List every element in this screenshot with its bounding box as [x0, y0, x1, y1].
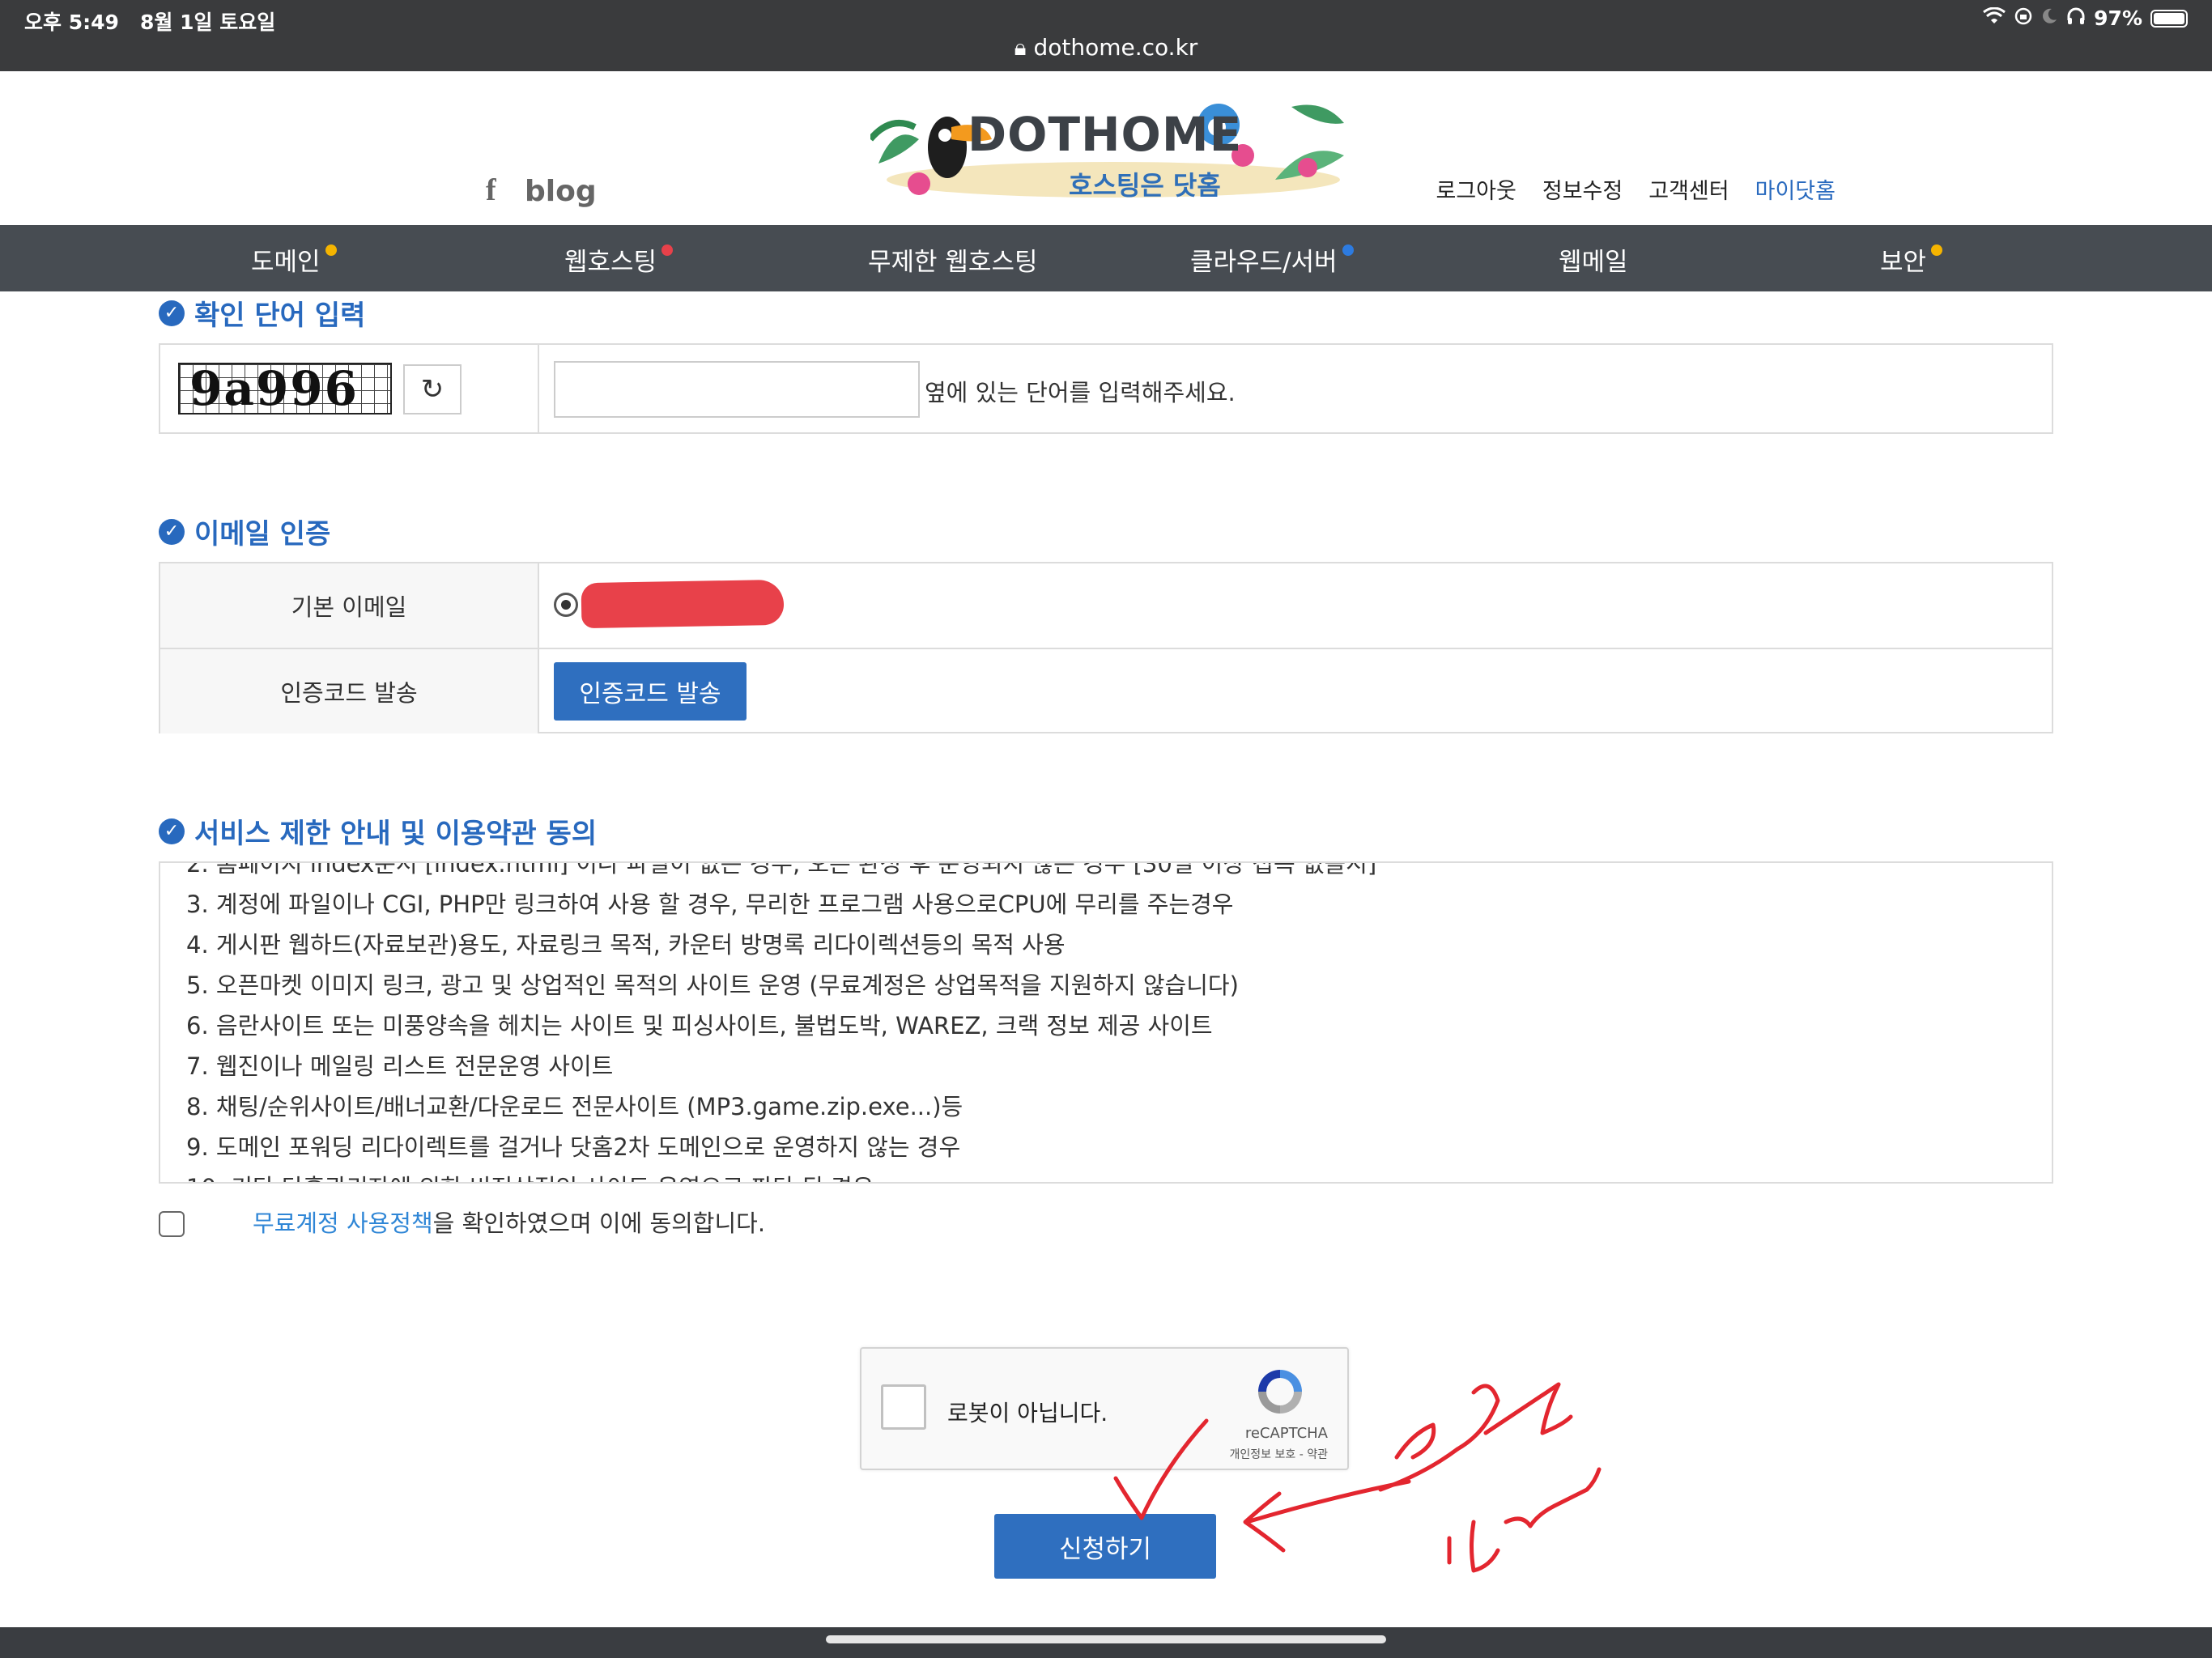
screen-lock-icon [2014, 6, 2032, 30]
nav-item-unlimited-hosting[interactable]: 무제한 웹호스팅 [868, 241, 1038, 278]
customer-center-link[interactable]: 고객센터 [1648, 173, 1729, 205]
captcha-image: 9a996 [178, 363, 392, 414]
facebook-icon[interactable]: f [486, 172, 496, 208]
recaptcha-privacy-link[interactable]: 개인정보 보호 - 약관 [1230, 1446, 1328, 1462]
verification-code-label: 인증코드 발송 [160, 649, 539, 733]
check-circle-icon: ✓ [159, 518, 185, 545]
main-nav: 도메인 웹호스팅 무제한 웹호스팅 클라우드/서버 웹메일 보안 [0, 225, 2212, 291]
recaptcha-brand: reCAPTCHA [1244, 1425, 1328, 1442]
refresh-captcha-button[interactable]: ↻ [403, 364, 462, 414]
captcha-box: 9a996 ↻ 옆에 있는 단어를 입력해주세요. [159, 343, 2053, 434]
status-dot-icon [1931, 244, 1943, 256]
section-title-text: 서비스 제한 안내 및 이용약관 동의 [194, 818, 598, 850]
nav-label: 보안 [1880, 248, 1927, 277]
nav-label: 도메인 [251, 248, 321, 277]
recaptcha-icon [1253, 1365, 1307, 1418]
nav-label: 무제한 웹호스팅 [868, 248, 1038, 277]
recaptcha-widget: 로봇이 아닙니다. reCAPTCHA 개인정보 보호 - 약관 [860, 1347, 1349, 1470]
verification-code-row: 인증코드 발송 인증코드 발송 [160, 649, 2052, 733]
date-text: 8월 1일 토요일 [140, 11, 276, 34]
status-dot-icon [661, 244, 674, 256]
agree-checkbox[interactable] [159, 1211, 185, 1237]
home-indicator[interactable] [826, 1635, 1386, 1643]
battery-percent: 97% [2094, 6, 2142, 30]
check-circle-icon: ✓ [159, 300, 185, 326]
url-text: dothome.co.kr [1033, 34, 1198, 61]
agree-text: 무료계정 사용정책을 확인하였으며 이에 동의합니다. [253, 1205, 765, 1239]
status-dot-icon [325, 244, 337, 256]
terms-line: 9. 도메인 포워딩 리다이렉트를 걸거나 닷홈2차 도메인으로 운영하지 않는… [186, 1133, 961, 1161]
nav-label: 웹호스팅 [564, 248, 657, 277]
wifi-icon [1982, 6, 2006, 30]
top-links: 로그아웃 정보수정 고객센터 마이닷홈 [1436, 173, 1836, 205]
moon-icon [2040, 6, 2058, 30]
email-box: 기본 이메일 인증코드 발송 인증코드 발송 [159, 562, 2053, 733]
dothome-logo[interactable]: DOTHOME 호스팅은 닷홈 [870, 91, 1348, 204]
nav-item-webmail[interactable]: 웹메일 [1559, 241, 1628, 278]
headphones-icon [2066, 6, 2086, 30]
email-section-title: ✓ 이메일 인증 [159, 512, 330, 551]
captcha-hint: 옆에 있는 단어를 입력해주세요. [925, 379, 1236, 406]
free-policy-link[interactable]: 무료계정 사용정책 [253, 1209, 433, 1237]
battery-icon [2150, 9, 2188, 28]
basic-email-row: 기본 이메일 [160, 563, 2052, 649]
site-header: f blog DOTHOME 호스팅은 닷홈 로그아웃 정보수정 고객센터 마이… [0, 71, 2212, 225]
nav-item-domain[interactable]: 도메인 [251, 241, 337, 278]
terms-line: 5. 오픈마켓 이미지 링크, 광고 및 상업적인 목적의 사이트 운영 (무료… [186, 971, 1239, 999]
terms-line: 4. 게시판 웹하드(자료보관)용도, 자료링크 목적, 카운터 방명록 리다이… [186, 931, 1066, 959]
status-dot-icon [1342, 244, 1354, 256]
recaptcha-checkbox[interactable] [881, 1384, 926, 1430]
check-circle-icon: ✓ [159, 818, 185, 844]
captcha-input[interactable] [554, 361, 920, 418]
recaptcha-label: 로봇이 아닙니다. [947, 1400, 1108, 1426]
agree-label: 을 확인하였으며 이에 동의합니다. [432, 1209, 766, 1237]
terms-line: 2. 홈페이지 index문서 [index.html] 이나 파일이 없는 경… [186, 861, 1377, 878]
time-text: 오후 5:49 [24, 11, 119, 34]
address-bar[interactable]: 🔒︎ dothome.co.kr [0, 34, 2212, 62]
nav-item-security[interactable]: 보안 [1880, 241, 1943, 278]
terms-line: 6. 음란사이트 또는 미풍양속을 헤치는 사이트 및 피싱사이트, 불법도박,… [186, 1012, 1213, 1039]
lock-icon: 🔒︎ [1014, 34, 1027, 61]
terms-line: 10. 기타 닷홈관리자에 의한 비정상적인 사이트 운영으로 판단 된 경우 [186, 1167, 1376, 1182]
section-title-text: 확인 단어 입력 [194, 300, 366, 332]
captcha-section-title: ✓ 확인 단어 입력 [159, 293, 365, 333]
submit-button[interactable]: 신청하기 [994, 1514, 1216, 1579]
nav-label: 웹메일 [1559, 248, 1628, 277]
logo-text: DOTHOME [968, 107, 1243, 162]
logout-link[interactable]: 로그아웃 [1436, 173, 1516, 205]
email-radio[interactable] [554, 593, 578, 617]
nav-label: 클라우드/서버 [1190, 248, 1338, 277]
nav-item-cloud-server[interactable]: 클라우드/서버 [1190, 241, 1354, 278]
logo-subtitle: 호스팅은 닷홈 [1069, 170, 1221, 201]
blog-link[interactable]: blog [525, 175, 597, 208]
status-time: 오후 5:49 8월 1일 토요일 [24, 6, 275, 36]
terms-section-title: ✓ 서비스 제한 안내 및 이용약관 동의 [159, 811, 597, 851]
edit-info-link[interactable]: 정보수정 [1542, 173, 1623, 205]
terms-line: 7. 웹진이나 메일링 리스트 전문운영 사이트 [186, 1052, 614, 1080]
terms-scrollbox[interactable]: 2. 홈페이지 index문서 [index.html] 이나 파일이 없는 경… [159, 861, 2053, 1184]
basic-email-label: 기본 이메일 [160, 563, 539, 648]
send-code-button[interactable]: 인증코드 발송 [554, 662, 747, 721]
redaction-mark [581, 579, 785, 629]
status-indicators: 97% [1982, 6, 2188, 30]
terms-content: 2. 홈페이지 index문서 [index.html] 이나 파일이 없는 경… [186, 861, 1377, 1182]
terms-line: 3. 계정에 파일이나 CGI, PHP만 링크하여 사용 할 경우, 무리한 … [186, 891, 1234, 918]
my-dothome-link[interactable]: 마이닷홈 [1755, 173, 1836, 205]
terms-line: 8. 채팅/순위사이트/배너교환/다운로드 전문사이트 (MP3.game.zi… [186, 1093, 963, 1120]
status-bar: 오후 5:49 8월 1일 토요일 97% 🔒︎ dothome.co.kr [0, 0, 2212, 71]
refresh-icon: ↻ [420, 373, 445, 406]
section-title-text: 이메일 인증 [194, 518, 331, 551]
nav-item-web-hosting[interactable]: 웹호스팅 [564, 241, 674, 278]
